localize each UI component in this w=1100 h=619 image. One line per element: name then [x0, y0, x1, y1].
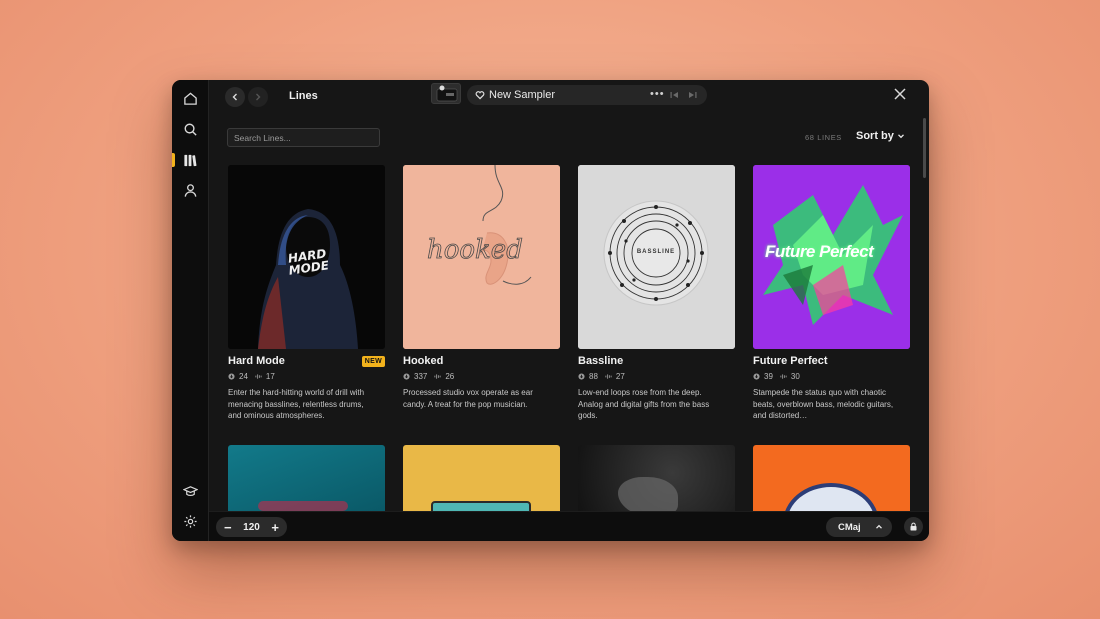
stat-downloads: 39	[764, 372, 773, 381]
lock-icon	[910, 522, 917, 531]
settings-gear-icon[interactable]	[182, 513, 199, 530]
card-stats: 39 30	[753, 372, 800, 381]
artwork-text: BASSLINE	[636, 249, 676, 255]
tempo-control: − 120 +	[216, 517, 287, 537]
sort-label: Sort by	[856, 130, 894, 142]
learn-icon[interactable]	[182, 483, 199, 500]
chevron-left-icon	[232, 93, 237, 101]
stat-downloads: 88	[589, 372, 598, 381]
download-icon	[578, 373, 585, 380]
download-icon	[228, 373, 235, 380]
tempo-value[interactable]: 120	[243, 522, 260, 533]
page-title: Lines	[289, 90, 318, 102]
scrollbar[interactable]	[923, 118, 926, 178]
skip-next-icon[interactable]	[688, 91, 697, 99]
home-icon[interactable]	[182, 90, 199, 107]
key-selector[interactable]: CMaj	[826, 517, 892, 537]
card-title: Future Perfect	[753, 355, 828, 367]
forward-button[interactable]	[248, 87, 268, 107]
card-title: Hooked	[403, 355, 444, 367]
card-description: Enter the hard-hitting world of drill wi…	[228, 388, 365, 420]
card-stats: 337 26	[403, 372, 454, 381]
card-description: Stampede the status quo with chaotic bea…	[753, 388, 894, 420]
card-artwork[interactable]: Future Perfect	[753, 165, 910, 349]
concentric-rings-artwork	[578, 165, 735, 349]
stat-samples: 26	[445, 372, 455, 381]
search-icon[interactable]	[182, 121, 199, 138]
card-artwork[interactable]: BASSLINE	[578, 165, 735, 349]
waveform-icon	[434, 374, 441, 379]
card-artwork[interactable]: hooked	[403, 165, 560, 349]
close-icon[interactable]	[893, 87, 907, 101]
artwork-shape	[258, 501, 348, 511]
card-stats: 24 17	[228, 372, 275, 381]
sampler-thumbnail[interactable]	[431, 83, 461, 104]
skip-previous-icon[interactable]	[670, 91, 679, 99]
sidebar	[172, 80, 209, 541]
sampler-selector[interactable]: New Sampler •••	[467, 85, 707, 105]
lock-button[interactable]	[904, 517, 923, 536]
header: Lines New Sampler •••	[209, 80, 929, 114]
key-value: CMaj	[838, 521, 861, 533]
waveform-icon	[255, 374, 262, 379]
chevron-up-icon	[875, 524, 882, 529]
stat-samples: 17	[265, 372, 275, 381]
search-input[interactable]	[227, 128, 380, 147]
more-options-icon[interactable]: •••	[650, 88, 665, 100]
library-icon[interactable]	[182, 152, 199, 169]
tempo-decrease-button[interactable]: −	[224, 521, 232, 534]
stat-samples: 27	[615, 372, 625, 381]
line-card-artwork-partial[interactable]	[753, 445, 910, 515]
heart-icon[interactable]	[475, 90, 485, 100]
sort-button[interactable]: Sort by	[856, 130, 905, 142]
artwork-text: Future Perfect	[765, 242, 874, 261]
chevron-down-icon	[897, 134, 904, 139]
card-stats: 88 27	[578, 372, 625, 381]
waveform-icon	[605, 374, 612, 379]
card-artwork[interactable]: HARD MODE	[228, 165, 385, 349]
profile-icon[interactable]	[182, 182, 199, 199]
stat-samples: 30	[790, 372, 800, 381]
new-badge: NEW	[361, 356, 385, 367]
line-card-artwork-partial[interactable]	[403, 445, 560, 515]
line-card-artwork-partial[interactable]	[228, 445, 385, 515]
app-window: Lines New Sampler ••• 68 LINES Sort by	[172, 80, 929, 541]
chevron-right-icon	[256, 93, 261, 101]
download-icon	[403, 373, 410, 380]
card-title: Bassline	[578, 355, 624, 367]
back-button[interactable]	[225, 87, 245, 107]
sampler-name: New Sampler	[489, 89, 556, 101]
stat-downloads: 337	[414, 372, 428, 381]
line-card-artwork-partial[interactable]	[578, 445, 735, 515]
artwork-text: hooked	[427, 235, 524, 266]
card-title: Hard Mode	[228, 355, 285, 367]
stat-downloads: 24	[239, 372, 248, 381]
waveform-icon	[780, 374, 787, 379]
lines-count: 68 LINES	[805, 133, 842, 142]
card-description: Low-end loops rose from the deep. Analog…	[578, 388, 710, 420]
active-nav-indicator	[172, 153, 175, 167]
sampler-device-icon	[436, 85, 458, 102]
download-icon	[753, 373, 760, 380]
tempo-increase-button[interactable]: +	[271, 521, 279, 534]
bottom-bar: − 120 + CMaj	[209, 511, 929, 541]
artwork-shape	[618, 477, 678, 515]
card-description: Processed studio vox operate as ear cand…	[403, 388, 533, 409]
